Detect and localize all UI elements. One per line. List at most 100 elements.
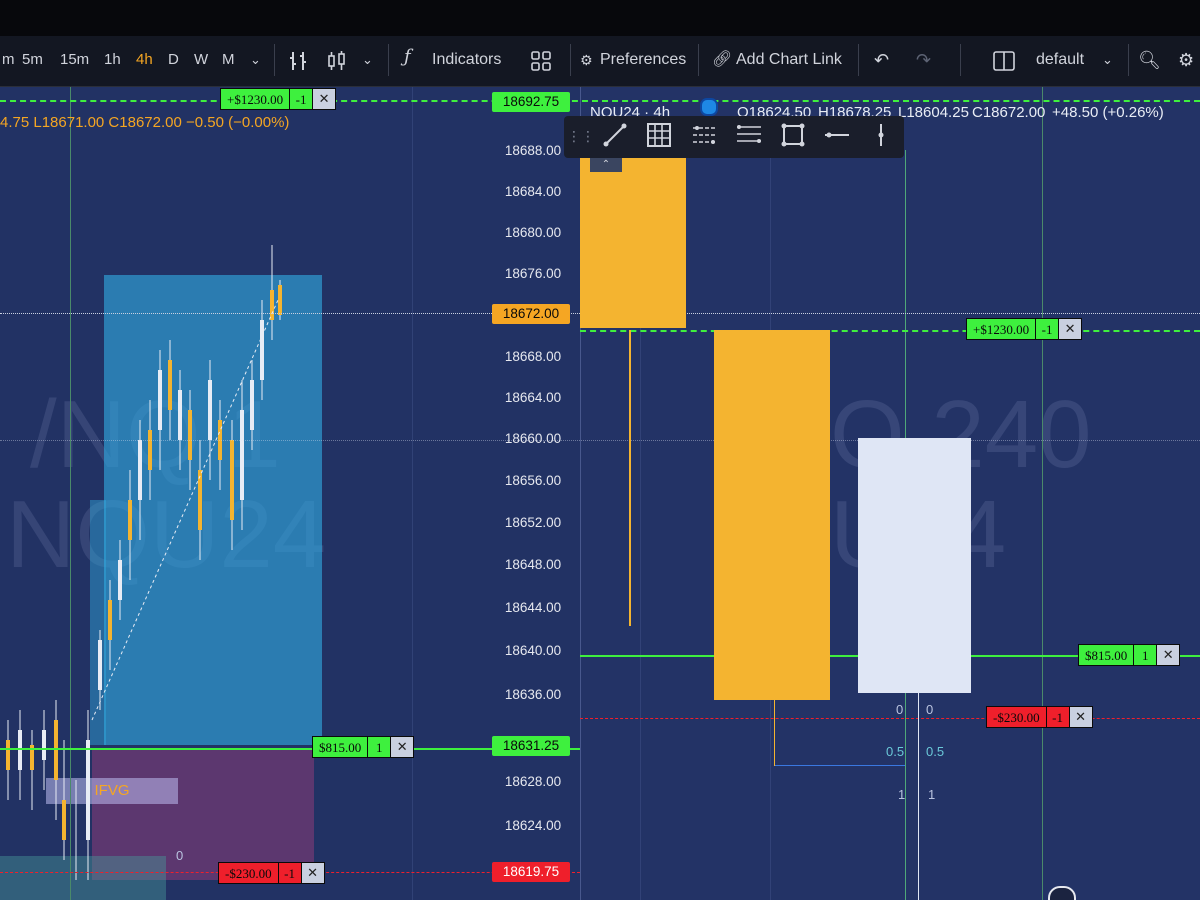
target-line-right[interactable]: [580, 330, 1200, 332]
timeframe-m-monthly[interactable]: M: [222, 50, 235, 70]
price-tick: 18676.00: [504, 266, 562, 281]
fib-label-0: 0: [896, 702, 904, 717]
timeframe-5m[interactable]: 5m: [22, 50, 43, 70]
candle-up[interactable]: [580, 150, 686, 328]
order-value[interactable]: +$1230.00: [966, 318, 1037, 340]
close-icon[interactable]: ✕: [1059, 318, 1083, 340]
fib-label-1: 1: [898, 787, 906, 802]
price-tick: 18660.00: [504, 431, 562, 446]
undo-icon[interactable]: ↶: [874, 50, 889, 70]
settings-icon[interactable]: ⚙: [1178, 50, 1194, 70]
candle-wick: [774, 700, 775, 766]
order-value[interactable]: +$1230.00: [220, 88, 291, 110]
timeframe-w[interactable]: W: [194, 50, 208, 70]
toolbar-divider: [570, 44, 571, 76]
ohlc-close: C18672.00: [972, 104, 1046, 121]
chevron-down-icon[interactable]: ⌄: [362, 50, 373, 70]
crosshair-line: [0, 440, 1200, 441]
price-tick: 18648.00: [504, 557, 562, 572]
stop-loss-order-right[interactable]: -$230.00 -1 ✕: [986, 706, 1093, 728]
timeframe-4h[interactable]: 4h: [136, 50, 153, 70]
price-tick: 18680.00: [504, 225, 562, 240]
drag-handle-icon[interactable]: ⋮⋮: [566, 122, 596, 150]
order-qty[interactable]: -1: [1036, 318, 1060, 340]
panel-layout-icon[interactable]: [992, 50, 1016, 78]
redo-icon[interactable]: ↷: [916, 50, 931, 70]
candle-up[interactable]: [714, 330, 830, 700]
close-icon[interactable]: ✕: [313, 88, 337, 110]
profit-target-order[interactable]: +$1230.00 -1 ✕: [220, 88, 337, 110]
price-tick: 18684.00: [504, 184, 562, 199]
order-qty[interactable]: 1: [368, 736, 392, 758]
close-icon[interactable]: ✕: [391, 736, 415, 758]
order-value[interactable]: -$230.00: [986, 706, 1047, 728]
order-qty[interactable]: -1: [1046, 706, 1070, 728]
chevron-down-icon[interactable]: ⌄: [1102, 50, 1113, 70]
order-value[interactable]: $815.00: [312, 736, 369, 758]
toolbar-divider: [274, 44, 275, 76]
vertical-line-icon[interactable]: [866, 122, 896, 150]
price-tick: 18644.00: [504, 600, 562, 615]
left-candles: [6, 245, 282, 880]
session-vline: [70, 87, 71, 900]
entry-price-tag: 18631.25: [492, 736, 570, 756]
bar-chart-type-icon[interactable]: [288, 50, 312, 78]
stop-price-tag: 18619.75: [492, 862, 570, 882]
layout-name[interactable]: default: [1036, 50, 1084, 70]
timeframe-15m[interactable]: 15m: [60, 50, 89, 70]
search-zoom-icon[interactable]: 🔍︎: [1138, 50, 1161, 70]
ohlc-change: +48.50 (+0.26%): [1052, 104, 1164, 121]
chevron-down-icon[interactable]: ⌄: [250, 50, 261, 70]
left-ohlc-legend: 4.75 L18671.00 C18672.00 −0.50 (−0.00%): [0, 114, 290, 131]
alert-bell-icon[interactable]: [1048, 886, 1076, 900]
indicators-button[interactable]: Indicators: [432, 50, 501, 70]
price-tick: 18652.00: [504, 515, 562, 530]
measure-line: [775, 765, 905, 766]
entry-order[interactable]: $815.00 1 ✕: [312, 736, 415, 758]
current-price-tag: 18672.00: [492, 304, 570, 324]
price-tick: 18640.00: [504, 643, 562, 658]
horizontal-ray-icon[interactable]: [822, 122, 852, 150]
parallel-channel-icon[interactable]: [690, 122, 720, 150]
grid-tool-icon[interactable]: [644, 122, 674, 150]
collapse-chevron-icon[interactable]: ⌃: [590, 158, 622, 172]
order-qty[interactable]: -1: [278, 862, 302, 884]
link-icon[interactable]: 🔗︎: [712, 50, 732, 70]
trend-line-icon[interactable]: [600, 122, 630, 150]
close-icon[interactable]: ✕: [301, 862, 325, 884]
stop-loss-order[interactable]: -$230.00 -1 ✕: [218, 862, 325, 884]
timeframe-1h[interactable]: 1h: [104, 50, 121, 70]
grid-layout-icon[interactable]: [530, 50, 552, 78]
function-fx-icon[interactable]: ƒ: [404, 47, 411, 67]
fib-label-0.5: 0.5: [926, 744, 945, 759]
screen: m 5m 15m 1h 4h D W M ⌄ ⌄ ƒ Indicators ⚙ …: [0, 0, 1200, 900]
preferences-button[interactable]: Preferences: [600, 50, 686, 70]
order-qty[interactable]: 1: [1134, 644, 1158, 666]
toolbar-divider: [858, 44, 859, 76]
order-value[interactable]: -$230.00: [218, 862, 279, 884]
close-icon[interactable]: ✕: [1157, 644, 1181, 666]
timeframe-m[interactable]: m: [2, 50, 15, 70]
timeframe-d[interactable]: D: [168, 50, 179, 70]
price-tick: 18688.00: [504, 143, 562, 158]
toolbar-divider: [1128, 44, 1129, 76]
grid-line: [412, 87, 413, 900]
toolbar-divider: [960, 44, 961, 76]
order-value[interactable]: $815.00: [1078, 644, 1135, 666]
rectangle-tool-icon[interactable]: [778, 122, 808, 150]
stop-line-right[interactable]: [580, 718, 1200, 719]
candlestick-icon[interactable]: [326, 50, 348, 78]
add-chart-link-button[interactable]: Add Chart Link: [736, 50, 842, 70]
close-icon[interactable]: ✕: [1069, 706, 1093, 728]
price-tick: 18624.00: [504, 818, 562, 833]
profit-target-order-right[interactable]: +$1230.00 -1 ✕: [966, 318, 1083, 340]
session-vline: [1042, 87, 1043, 900]
order-qty[interactable]: -1: [290, 88, 314, 110]
candle-down[interactable]: [858, 438, 971, 693]
price-tick: 18636.00: [504, 687, 562, 702]
fib-label-1: 1: [928, 787, 936, 802]
fib-retracement-icon[interactable]: [734, 122, 764, 150]
gear-icon[interactable]: ⚙: [580, 50, 593, 70]
entry-order-right[interactable]: $815.00 1 ✕: [1078, 644, 1181, 666]
target-line[interactable]: [0, 100, 1200, 102]
